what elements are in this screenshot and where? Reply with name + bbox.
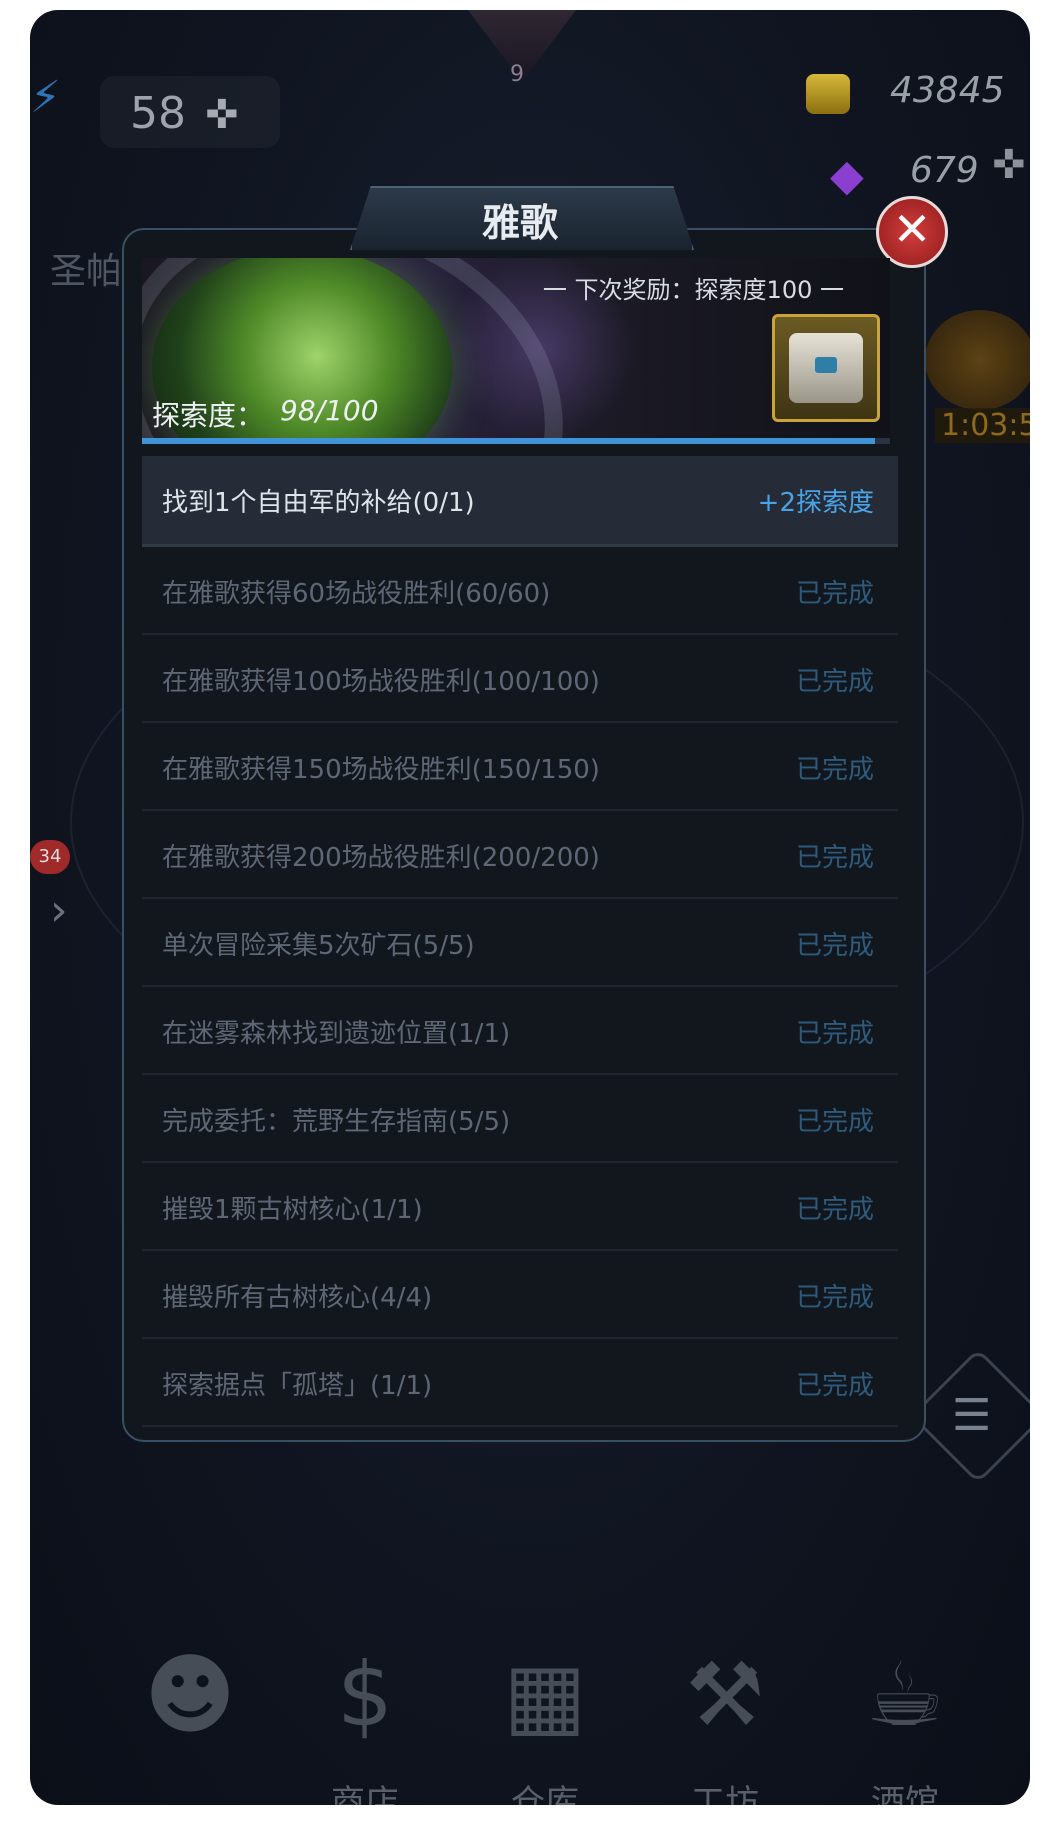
next-reward-label: 一 下次奖励：探索度100 一 [542,276,844,304]
background-location-label: 圣帕 [50,251,123,292]
task-text: 在雅歌获得150场战役胜利(150/150) [162,755,600,785]
nav-item-shop[interactable]: $ 商店 [305,1643,425,1806]
task-text: 在雅歌获得60场战役胜利(60/60) [162,579,551,609]
rank-level: 9 [510,62,524,87]
energy-add-icon[interactable]: ✜ [205,92,239,138]
nav-label: 工坊 [691,1783,759,1805]
nav-label: 仓库 [511,1783,579,1805]
task-list: 找到1个自由军的补给(0/1) +2探索度 在雅歌获得60场战役胜利(60/60… [142,456,898,1427]
task-text: 摧毁1颗古树核心(1/1) [162,1195,423,1225]
reward-chest-slot[interactable] [772,314,880,422]
task-text: 摧毁所有古树核心(4/4) [162,1283,433,1313]
bolt-icon: ⚡ [30,72,61,123]
task-row[interactable]: 单次冒险采集5次矿石(5/5) 已完成 [142,899,898,987]
task-text: 在雅歌获得200场战役胜利(200/200) [162,843,600,873]
task-row[interactable]: 摧毁1颗古树核心(1/1) 已完成 [142,1163,898,1251]
task-reward: +2探索度 [757,488,874,518]
task-row[interactable]: 摧毁所有古树核心(4/4) 已完成 [142,1251,898,1339]
explore-progress-fill [142,438,876,444]
explore-progress-bar [142,438,890,444]
task-list-icon: ☰ [952,1390,992,1441]
nav-item-tavern[interactable]: ☕ 酒馆 [845,1643,965,1806]
event-mascot-icon[interactable] [925,310,1030,410]
task-row[interactable]: 在雅歌获得150场战役胜利(150/150) 已完成 [142,723,898,811]
task-text: 探索据点「孤塔」(1/1) [162,1371,433,1401]
hero-icon: ☻ [144,1643,236,1746]
task-status: 已完成 [795,843,874,873]
workshop-icon: ⚒ [685,1643,765,1746]
tavern-icon: ☕ [865,1643,945,1746]
task-row[interactable]: 完成委托：荒野生存指南(5/5) 已完成 [142,1075,898,1163]
nav-label: 酒馆 [871,1783,939,1805]
task-status: 已完成 [795,1019,874,1049]
planet-banner: 一 下次奖励：探索度100 一 探索度： 98/100 [142,258,890,438]
gem-value: 679 [910,150,979,191]
task-status: 已完成 [795,755,874,785]
nav-label: 商店 [331,1783,399,1805]
nav-item-storage[interactable]: ▦ 仓库 [485,1643,605,1806]
bottom-nav: ☻ $ 商店 ▦ 仓库 ⚒ 工坊 ☕ 酒馆 [130,1643,970,1806]
nav-item-workshop[interactable]: ⚒ 工坊 [665,1643,785,1806]
task-status: 已完成 [795,1195,874,1225]
coin-value: 43845 [890,70,1005,111]
side-notification-badge: 34 [30,840,70,874]
task-status: 已完成 [795,1283,874,1313]
event-timer: 1:03:59 [935,408,1030,443]
gem-add-icon[interactable]: ✜ [992,142,1026,188]
storage-icon: ▦ [503,1643,587,1746]
task-row[interactable]: 在雅歌获得100场战役胜利(100/100) 已完成 [142,635,898,723]
chest-icon [789,333,863,403]
task-row[interactable]: 在迷雾森林找到遗迹位置(1/1) 已完成 [142,987,898,1075]
task-text: 在雅歌获得100场战役胜利(100/100) [162,667,600,697]
task-status: 已完成 [795,667,874,697]
energy-value: 58 [130,88,186,139]
coin-icon [806,74,850,114]
energy-panel[interactable] [100,76,280,148]
task-status: 已完成 [795,1371,874,1401]
task-row[interactable]: 找到1个自由军的补给(0/1) +2探索度 [142,456,898,547]
task-row[interactable]: 在雅歌获得60场战役胜利(60/60) 已完成 [142,547,898,635]
task-text: 完成委托：荒野生存指南(5/5) [162,1107,511,1137]
task-status: 已完成 [795,931,874,961]
task-text: 单次冒险采集5次矿石(5/5) [162,931,475,961]
nav-item-hero[interactable]: ☻ [130,1645,250,1775]
task-status: 已完成 [795,1107,874,1137]
side-expand-icon[interactable]: › [50,885,68,936]
shop-icon: $ [337,1643,393,1746]
explore-value: 98/100 [280,394,379,427]
modal-title: 雅歌 [481,201,558,245]
gem-icon: ◆ [830,150,864,201]
task-text: 在迷雾森林找到遗迹位置(1/1) [162,1019,511,1049]
explore-label: 探索度： [152,399,265,432]
task-text: 找到1个自由军的补给(0/1) [162,488,475,518]
task-row[interactable]: 在雅歌获得200场战役胜利(200/200) 已完成 [142,811,898,899]
task-status: 已完成 [795,579,874,609]
task-row[interactable]: 探索据点「孤塔」(1/1) 已完成 [142,1339,898,1427]
